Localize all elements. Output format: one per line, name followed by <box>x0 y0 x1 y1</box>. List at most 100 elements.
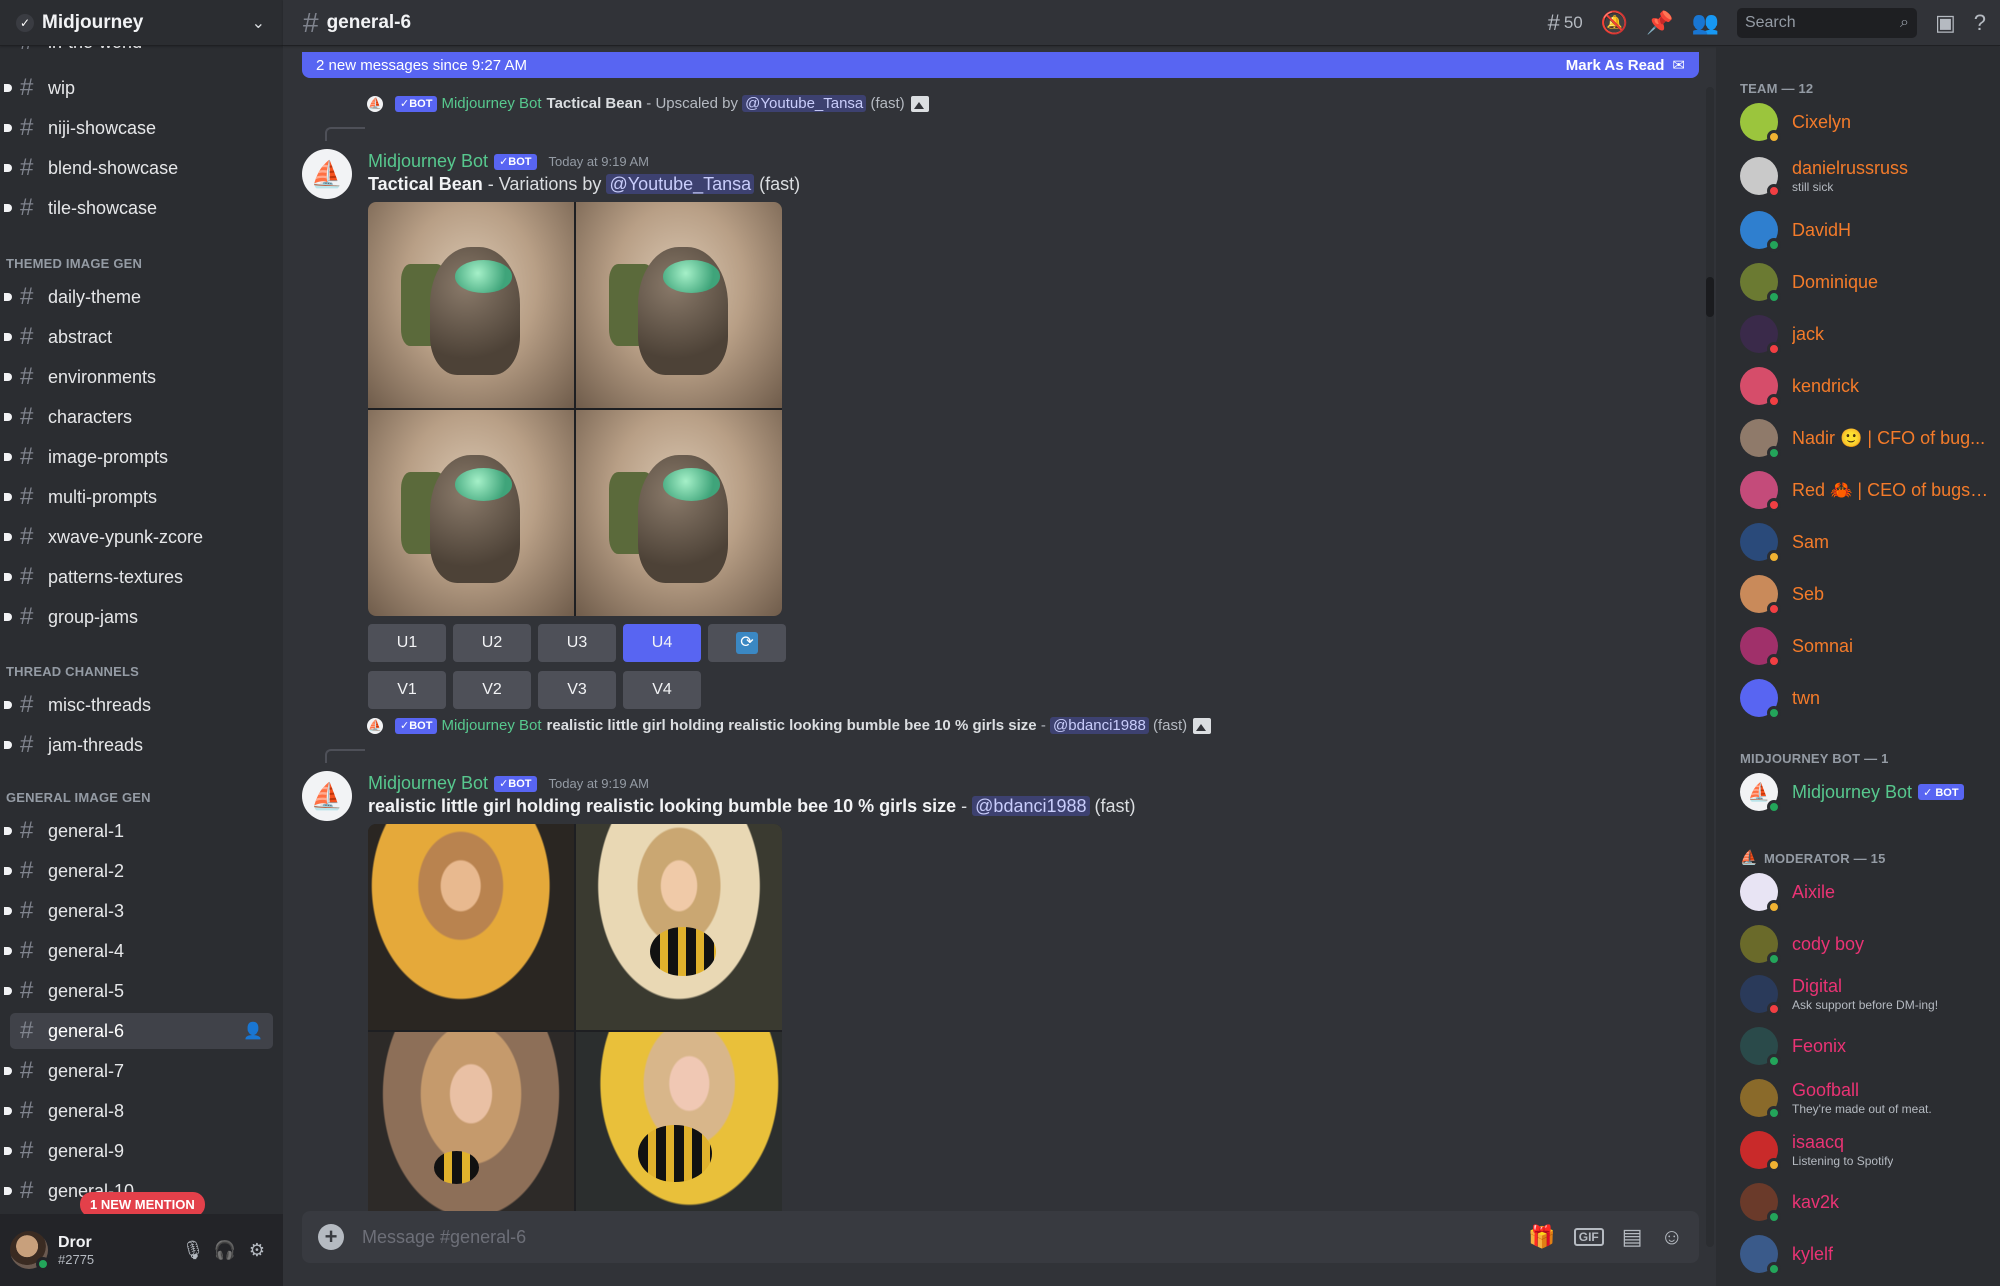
member-item[interactable]: Sam <box>1740 523 1990 564</box>
sidebar-item-channel[interactable]: # general-8 <box>4 1093 273 1129</box>
sidebar-item-channel[interactable]: # environments <box>4 359 273 395</box>
member-item[interactable]: Aixile <box>1740 873 1990 914</box>
sidebar-item-channel[interactable]: # blend-showcase <box>4 150 273 186</box>
reroll-button[interactable]: ⟳ <box>708 624 786 662</box>
sidebar-item-channel[interactable]: # wip <box>4 70 273 106</box>
mark-as-read-button[interactable]: Mark As Read <box>1566 57 1665 74</box>
gift-icon[interactable]: 🎁 <box>1528 1224 1555 1250</box>
generated-image[interactable] <box>576 824 782 1030</box>
avatar[interactable]: ⛵ <box>302 771 352 821</box>
help-icon[interactable]: ? <box>1974 10 1986 36</box>
image-grid[interactable] <box>368 824 782 1238</box>
gear-icon[interactable]: ⚙ <box>241 1234 273 1266</box>
member-item[interactable]: cody boy <box>1740 925 1990 966</box>
sidebar-item-channel[interactable]: # characters <box>4 399 273 435</box>
member-item[interactable]: Feonix <box>1740 1027 1990 1068</box>
sidebar-item-channel[interactable]: # general-1 <box>4 813 273 849</box>
upscale-button[interactable]: U1 <box>368 624 446 662</box>
member-item[interactable]: Goofball They're made out of meat. <box>1740 1079 1990 1120</box>
sidebar-item-channel[interactable]: # image-prompts <box>4 439 273 475</box>
sidebar-item-channel[interactable]: # general-7 <box>4 1053 273 1089</box>
generated-image[interactable] <box>368 1032 574 1238</box>
sidebar-item-channel[interactable]: # patterns-textures <box>4 559 273 595</box>
message-input[interactable]: Message #general-6 <box>362 1227 1510 1248</box>
sidebar-item-channel[interactable]: # general-5 <box>4 973 273 1009</box>
sidebar-item-channel[interactable]: # general-9 <box>4 1133 273 1169</box>
headphones-icon[interactable]: 🎧 <box>209 1234 241 1266</box>
member-item[interactable]: Seb <box>1740 575 1990 616</box>
member-item[interactable]: jack <box>1740 315 1990 356</box>
member-list-icon[interactable]: 👥 <box>1692 10 1719 36</box>
avatar[interactable]: ⛵ <box>302 149 352 199</box>
sidebar-item-channel[interactable]: # daily-theme <box>4 279 273 315</box>
new-messages-bar[interactable]: 2 new messages since 9:27 AM Mark As Rea… <box>302 52 1699 78</box>
member-item[interactable]: DavidH <box>1740 211 1990 252</box>
category-header[interactable]: THREAD CHANNELS <box>6 664 139 679</box>
member-item[interactable]: Somnai <box>1740 627 1990 668</box>
member-item[interactable]: Dominique <box>1740 263 1990 304</box>
category-header[interactable]: THEMED IMAGE GEN <box>6 256 142 271</box>
scrollbar-track[interactable] <box>1706 87 1714 1247</box>
reply-preview[interactable]: ⛵ ✓ BOT Midjourney Bot realistic little … <box>367 717 1212 734</box>
variation-button[interactable]: V1 <box>368 671 446 709</box>
sidebar-item-channel[interactable]: # jam-threads <box>4 727 273 763</box>
sidebar-item-channel[interactable]: # general-6 👤 <box>10 1013 273 1049</box>
sidebar-item-channel[interactable]: # group-jams <box>4 599 273 635</box>
reply-preview[interactable]: ⛵ ✓ BOT Midjourney Bot Tactical Bean - U… <box>367 95 929 112</box>
member-item[interactable]: isaacq Listening to Spotify <box>1740 1131 1990 1172</box>
gif-button[interactable]: GIF <box>1573 1228 1604 1246</box>
member-item[interactable]: ⛵ Midjourney Bot ✓ BOT <box>1740 773 1990 814</box>
sidebar-item-channel[interactable]: # abstract <box>4 319 273 355</box>
microphone-icon[interactable]: 🎙 <box>177 1234 209 1266</box>
user-mention[interactable]: @Youtube_Tansa <box>606 174 755 194</box>
image-grid[interactable] <box>368 202 782 616</box>
sidebar-item-channel[interactable]: # niji-showcase <box>4 110 273 146</box>
upscale-button[interactable]: U3 <box>538 624 616 662</box>
message-composer[interactable]: + Message #general-6 🎁 GIF ▤ ☺ <box>302 1211 1699 1263</box>
member-item[interactable]: kylelf <box>1740 1235 1990 1276</box>
message-author[interactable]: Midjourney Bot <box>368 773 488 794</box>
message-author[interactable]: Midjourney Bot <box>368 151 488 172</box>
variation-button[interactable]: V2 <box>453 671 531 709</box>
reply-mention[interactable]: @Youtube_Tansa <box>742 95 867 112</box>
variation-button[interactable]: V4 <box>623 671 701 709</box>
mute-bell-icon[interactable]: 🔕 <box>1601 10 1628 36</box>
generated-image[interactable] <box>368 410 574 616</box>
threads-button[interactable]: #50 <box>1548 10 1583 36</box>
scrollbar-thumb[interactable] <box>1706 277 1714 317</box>
category-header[interactable]: GENERAL IMAGE GEN <box>6 790 151 805</box>
user-mention[interactable]: @bdanci1988 <box>972 796 1090 816</box>
generated-image[interactable] <box>576 202 782 408</box>
generated-image[interactable] <box>368 202 574 408</box>
member-item[interactable]: Red 🦀 | CEO of bugs ... <box>1740 471 1990 512</box>
member-item[interactable]: kav2k <box>1740 1183 1990 1224</box>
emoji-icon[interactable]: ☺ <box>1661 1224 1683 1250</box>
member-item[interactable]: Nadir 🙂 | CFO of bug... <box>1740 419 1990 460</box>
sidebar-item-channel[interactable]: # general-2 <box>4 853 273 889</box>
reply-mention[interactable]: @bdanci1988 <box>1050 717 1149 734</box>
member-item[interactable]: twn <box>1740 679 1990 720</box>
upscale-button[interactable]: U2 <box>453 624 531 662</box>
pin-icon[interactable]: 📌 <box>1646 10 1673 36</box>
upscale-button[interactable]: U4 <box>623 624 701 662</box>
sidebar-item-channel[interactable]: # general-3 <box>4 893 273 929</box>
sidebar-item-channel[interactable]: # tile-showcase <box>4 190 273 226</box>
member-item[interactable]: danielrussruss still sick <box>1740 157 1990 198</box>
sidebar-item-channel[interactable]: # multi-prompts <box>4 479 273 515</box>
member-item[interactable]: kendrick <box>1740 367 1990 408</box>
sidebar-item-channel[interactable]: # xwave-ypunk-zcore <box>4 519 273 555</box>
chevron-down-icon[interactable]: ⌄ <box>252 13 265 33</box>
inbox-icon[interactable]: ▣ <box>1935 10 1956 36</box>
member-item[interactable]: Digital Ask support before DM-ing! <box>1740 975 1990 1016</box>
search-input[interactable]: Search ⌕ <box>1736 7 1917 38</box>
invite-user-icon[interactable]: 👤 <box>243 1021 263 1041</box>
sidebar-item-channel[interactable]: # misc-threads <box>4 687 273 723</box>
generated-image[interactable] <box>368 824 574 1030</box>
generated-image[interactable] <box>576 410 782 616</box>
sidebar-item-channel[interactable]: #in-the-world <box>10 46 273 60</box>
member-item[interactable]: Cixelyn <box>1740 103 1990 144</box>
sidebar-item-channel[interactable]: # general-4 <box>4 933 273 969</box>
generated-image[interactable] <box>576 1032 782 1238</box>
avatar[interactable] <box>10 1231 50 1271</box>
add-attachment-icon[interactable]: + <box>318 1224 344 1250</box>
